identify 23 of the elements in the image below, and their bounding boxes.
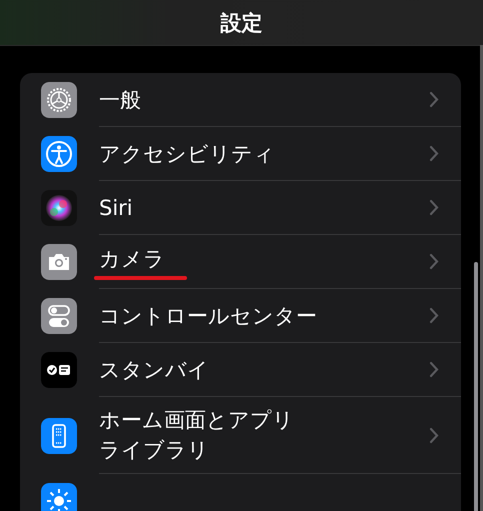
chevron-icon <box>429 426 439 444</box>
person-icon <box>41 136 77 172</box>
chevron-icon <box>429 145 439 162</box>
camera-icon <box>41 244 77 280</box>
gear-icon <box>41 82 77 118</box>
chevron-icon <box>429 91 439 108</box>
toggles-icon <box>41 298 77 334</box>
settings-item[interactable]: Siri <box>99 192 133 222</box>
settings-item[interactable]: アクセシビリティ <box>99 138 275 168</box>
chevron-icon <box>429 199 439 216</box>
settings-item[interactable]: コントロールセンター <box>99 300 317 330</box>
chevron-icon <box>429 307 439 324</box>
settings-item[interactable]: ホーム画面とアプリ ライブラリ <box>99 405 294 465</box>
sun-icon <box>41 483 77 511</box>
standby-icon <box>41 352 77 388</box>
settings-item[interactable]: スタンバイ <box>99 354 209 384</box>
screen-title: 設定 <box>220 10 262 36</box>
settings-item[interactable]: カメラ <box>99 244 165 274</box>
chevron-icon <box>429 253 439 270</box>
orb-icon <box>41 190 77 226</box>
phone-icon <box>41 418 77 454</box>
settings-item[interactable]: 一般 <box>99 84 141 114</box>
chevron-icon <box>429 361 439 378</box>
